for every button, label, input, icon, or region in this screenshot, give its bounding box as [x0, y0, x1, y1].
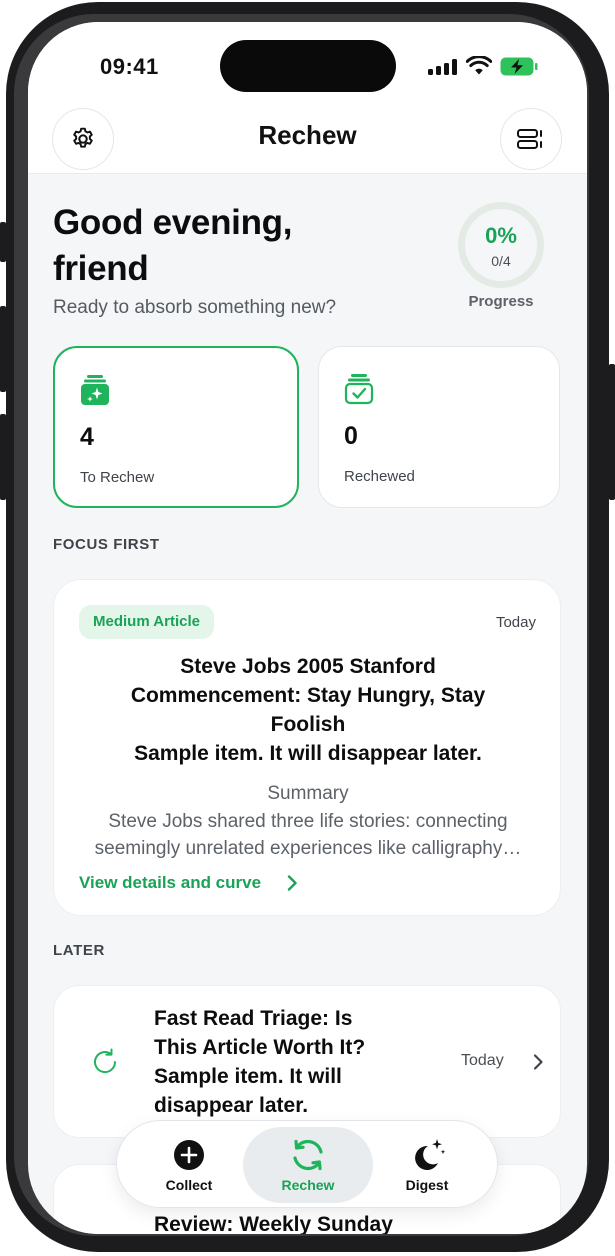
progress-count: 0/4	[491, 253, 511, 269]
focus-title: Steve Jobs 2005 Stanford Commencement: S…	[74, 652, 542, 768]
refresh-icon	[293, 1139, 323, 1171]
rechewed-label: Rechewed	[344, 468, 415, 485]
later-item-title: Fast Read Triage: Is This Article Worth …	[154, 1004, 394, 1120]
greeting-line-1: Good evening,	[53, 203, 293, 242]
list-view-icon	[517, 129, 542, 149]
progress-ring: 0% 0/4	[458, 202, 544, 288]
later-item-date: Today	[461, 1052, 504, 1069]
focus-first-heading: FOCUS FIRST	[53, 536, 160, 553]
summary-text: Steve Jobs shared three life stories: co…	[74, 808, 542, 862]
app-screen: 09:41 Rechew Good evening, friend Ready …	[28, 22, 587, 1234]
later-title-line-3: Sample item. It will	[154, 1065, 342, 1088]
tab-digest[interactable]: Digest	[367, 1121, 487, 1209]
summary-label: Summary	[267, 783, 349, 804]
greeting-heading: Good evening, friend	[53, 200, 353, 292]
stat-card-to-rechew[interactable]: 4 To Rechew	[53, 346, 299, 508]
volume-up-button	[0, 306, 6, 392]
refresh-icon	[94, 1048, 117, 1074]
signal-icon	[428, 59, 458, 75]
later-title-line-4: disappear later.	[154, 1094, 309, 1117]
moon-stars-icon	[415, 1139, 446, 1170]
tab-digest-label: Digest	[405, 1177, 449, 1193]
focus-title-line-3: Foolish	[270, 713, 346, 736]
focus-card[interactable]: Medium Article Today Steve Jobs 2005 Sta…	[53, 579, 561, 916]
dynamic-island	[220, 40, 396, 92]
summary-line-1: Steve Jobs shared three life stories: co…	[108, 811, 508, 832]
status-time: 09:41	[100, 54, 159, 79]
tab-bar: Collect Rechew Digest	[116, 1120, 498, 1208]
app-header: Rechew	[28, 108, 587, 174]
summary-line-2: seemingly unrelated experiences like cal…	[94, 838, 522, 859]
tab-rechew-label: Rechew	[281, 1177, 335, 1193]
view-toggle-button[interactable]	[500, 108, 562, 170]
greeting-subtitle: Ready to absorb something new?	[53, 297, 337, 318]
wifi-icon	[466, 56, 492, 75]
later-title-line-2: This Article Worth It?	[154, 1036, 366, 1059]
focus-title-line-4: Sample item. It will disappear later.	[134, 742, 482, 765]
later-item[interactable]: Fast Read Triage: Is This Article Worth …	[53, 985, 561, 1138]
view-details-link[interactable]: View details and curve	[79, 873, 261, 893]
to-rechew-label: To Rechew	[80, 469, 155, 486]
sparkle-stack-icon	[81, 375, 109, 405]
greeting-line-2: friend	[53, 249, 149, 288]
progress-percent: 0%	[485, 223, 517, 248]
tab-collect[interactable]: Collect	[129, 1121, 249, 1209]
check-stack-icon	[344, 374, 374, 405]
focus-title-line-1: Steve Jobs 2005 Stanford	[180, 655, 436, 678]
later-heading: LATER	[53, 942, 105, 959]
source-tag: Medium Article	[79, 605, 214, 639]
tab-rechew[interactable]: Rechew	[248, 1121, 368, 1209]
later-item-title: Review: Weekly Sunday	[154, 1213, 393, 1234]
to-rechew-count: 4	[80, 423, 94, 451]
rechewed-count: 0	[344, 422, 358, 450]
stat-card-rechewed[interactable]: 0 Rechewed	[318, 346, 560, 508]
later-title-line-1: Fast Read Triage: Is	[154, 1007, 353, 1030]
focus-title-line-2: Commencement: Stay Hungry, Stay	[130, 684, 486, 707]
volume-down-button	[0, 414, 6, 500]
plus-circle-icon	[174, 1140, 204, 1170]
battery-charging-icon	[500, 57, 538, 76]
focus-date: Today	[495, 614, 536, 631]
chevron-right-icon	[287, 875, 297, 891]
tab-collect-label: Collect	[165, 1177, 213, 1193]
status-bar: 09:41	[28, 22, 587, 112]
progress-label: Progress	[468, 293, 534, 310]
power-button	[609, 364, 615, 500]
action-button	[0, 222, 6, 262]
chevron-right-icon	[533, 1054, 543, 1070]
